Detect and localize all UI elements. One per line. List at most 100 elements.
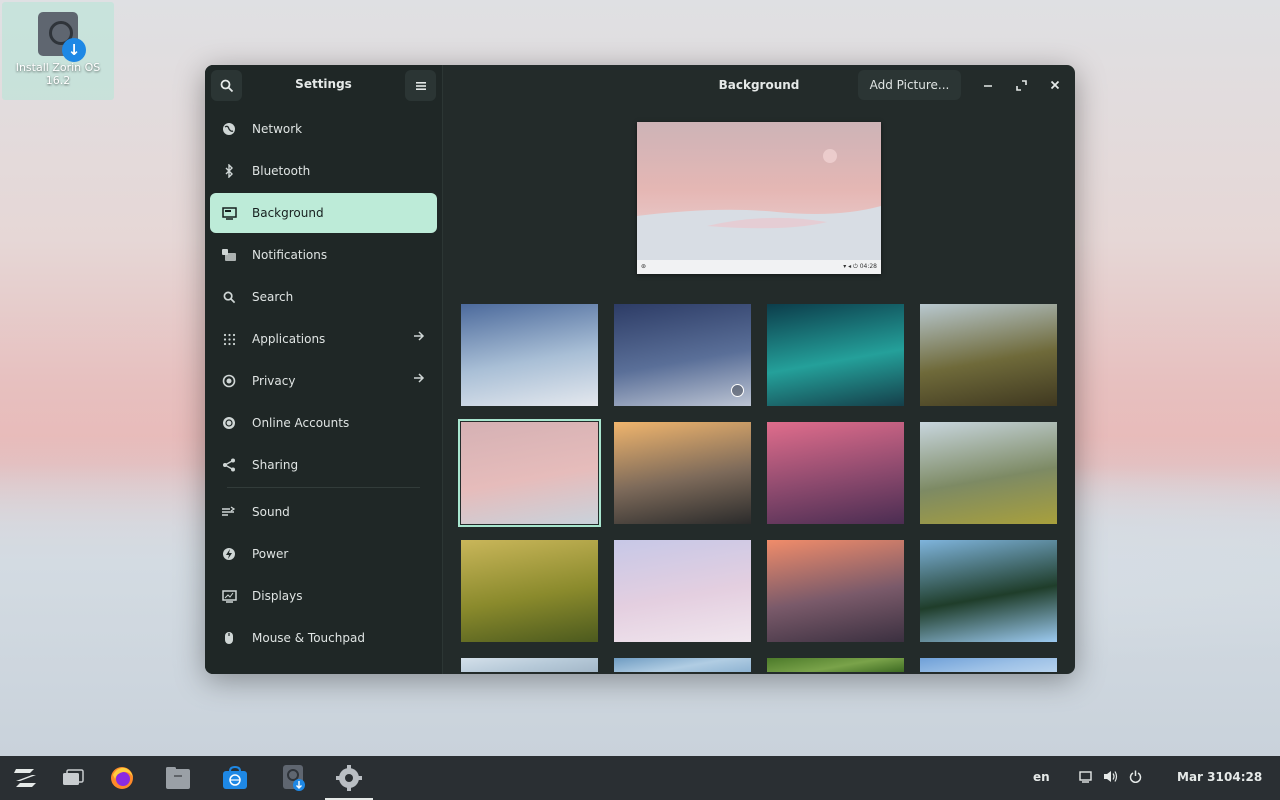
add-picture-button[interactable]: Add Picture... xyxy=(858,70,961,100)
minimize-button[interactable] xyxy=(977,74,999,96)
wallpaper-thumb-partial-4[interactable] xyxy=(920,658,1057,672)
wallpaper-thumb-pastel-clouds[interactable] xyxy=(614,540,751,642)
software-store-icon xyxy=(223,766,247,789)
preview-taskbar: ⊛ ▾ ◂ ⏻ 04:28 xyxy=(637,260,881,274)
bluetooth-icon xyxy=(220,162,238,180)
firefox-button[interactable] xyxy=(107,763,137,793)
wallpaper-thumb-green-field[interactable] xyxy=(461,540,598,642)
mouse-icon xyxy=(220,629,238,647)
sidebar-item-label: Network xyxy=(252,122,303,136)
background-panel: Background Add Picture... ⊛ ▾ ◂ ⏻ 04:28 xyxy=(443,65,1075,674)
wallpaper-thumb-aurora[interactable] xyxy=(767,304,904,406)
clock-time[interactable]: 04:28 xyxy=(1224,770,1262,784)
wallpaper-thumb-partial-3[interactable] xyxy=(767,658,904,672)
workspaces-button[interactable] xyxy=(58,763,88,793)
sound-icon xyxy=(220,503,238,521)
globe-icon xyxy=(220,120,238,138)
sidebar-item-label: Sharing xyxy=(252,458,299,472)
sidebar-item-label: Notifications xyxy=(252,248,328,262)
sidebar-list: Network Bluetooth Background Notificatio… xyxy=(205,109,442,660)
preview-menu-icon: ⊛ xyxy=(641,263,647,270)
settings-window: Settings Network Bluetooth Background No… xyxy=(205,65,1075,674)
desktop-icon-label: Install Zorin OS 16.2 xyxy=(15,61,101,87)
sidebar-header: Settings xyxy=(205,65,442,105)
sidebar-item-label: Applications xyxy=(252,332,326,346)
preview-dunes xyxy=(637,206,881,262)
sidebar-item-network[interactable]: Network xyxy=(210,109,437,149)
preview-clock: ▾ ◂ ⏻ 04:28 xyxy=(843,263,877,270)
wallpaper-thumb-sunset-mountains[interactable] xyxy=(614,422,751,524)
zorin-menu-icon xyxy=(14,769,36,787)
maximize-button[interactable] xyxy=(1010,74,1032,96)
sidebar-item-search[interactable]: Search xyxy=(210,277,437,317)
monitor-icon xyxy=(220,204,238,222)
preview-moon xyxy=(823,149,837,163)
wallpaper-thumb-partial-2[interactable] xyxy=(614,658,751,672)
wallpaper-thumb-pink-dunes[interactable] xyxy=(458,419,601,527)
sidebar-item-bluetooth[interactable]: Bluetooth xyxy=(210,151,437,191)
sidebar-separator xyxy=(227,487,420,488)
sidebar-item-power[interactable]: Power xyxy=(210,534,437,574)
menu-button[interactable] xyxy=(405,70,436,101)
display-icon xyxy=(220,587,238,605)
screen-icon[interactable] xyxy=(1079,768,1092,787)
clock-date[interactable]: Mar 31 xyxy=(1177,770,1224,784)
keyboard-language-indicator[interactable]: en xyxy=(1033,770,1050,784)
wallpaper-thumb-partial-1[interactable] xyxy=(461,658,598,672)
minimize-icon xyxy=(984,85,992,87)
arrow-right-icon xyxy=(413,330,425,345)
download-badge-icon: ↓ xyxy=(62,38,86,62)
sidebar-item-mouse-touchpad[interactable]: Mouse & Touchpad xyxy=(210,618,437,658)
volume-icon[interactable] xyxy=(1103,768,1118,787)
sidebar-item-label: Displays xyxy=(252,589,303,603)
header-bar: Background Add Picture... xyxy=(443,65,1075,105)
wallpaper-thumb-lighthouse[interactable] xyxy=(767,422,904,524)
sidebar-item-background[interactable]: Background xyxy=(210,193,437,233)
search-icon xyxy=(220,288,238,306)
notification-icon xyxy=(220,246,238,264)
sidebar-item-notifications[interactable]: Notifications xyxy=(210,235,437,275)
wallpaper-thumb-misty-valley[interactable] xyxy=(920,422,1057,524)
desktop-icon-install-zorin[interactable]: ↓ Install Zorin OS 16.2 xyxy=(2,2,114,100)
sidebar-item-applications[interactable]: Applications xyxy=(210,319,437,359)
sidebar-item-privacy[interactable]: Privacy xyxy=(210,361,437,401)
hamburger-menu-icon xyxy=(415,81,426,90)
privacy-icon xyxy=(220,372,238,390)
share-icon xyxy=(220,456,238,474)
software-store-button[interactable] xyxy=(220,763,250,793)
installer-disk-icon: ↓ xyxy=(38,12,86,62)
background-preview: ⊛ ▾ ◂ ⏻ 04:28 xyxy=(637,122,881,274)
sidebar-item-sound[interactable]: Sound xyxy=(210,492,437,532)
installer-button[interactable] xyxy=(278,763,308,793)
taskbar: en Mar 31 04:28 xyxy=(0,756,1280,800)
apps-grid-icon xyxy=(220,330,238,348)
settings-button[interactable] xyxy=(334,763,364,793)
close-icon xyxy=(1050,80,1060,90)
power-icon xyxy=(220,545,238,563)
sidebar-item-label: Background xyxy=(252,206,324,220)
maximize-icon xyxy=(1015,79,1027,91)
files-button[interactable] xyxy=(163,763,193,793)
wallpaper-thumb-mountain-dark[interactable] xyxy=(614,304,751,406)
sidebar-item-label: Privacy xyxy=(252,374,296,388)
sidebar-item-displays[interactable]: Displays xyxy=(210,576,437,616)
close-button[interactable] xyxy=(1044,74,1066,96)
power-menu-icon[interactable] xyxy=(1129,768,1142,787)
files-icon xyxy=(166,767,190,789)
zorin-menu-button[interactable] xyxy=(10,763,40,793)
wallpaper-thumb-palm-trees[interactable] xyxy=(920,540,1057,642)
sidebar-item-label: Power xyxy=(252,547,289,561)
wallpaper-thumb-city-sunset[interactable] xyxy=(767,540,904,642)
sidebar-item-sharing[interactable]: Sharing xyxy=(210,445,437,485)
sidebar-item-online-accounts[interactable]: Online Accounts xyxy=(210,403,437,443)
wallpaper-thumb-canyon[interactable] xyxy=(920,304,1057,406)
sidebar-item-label: Bluetooth xyxy=(252,164,311,178)
sidebar-item-label: Online Accounts xyxy=(252,416,350,430)
wallpaper-thumb-mountain-blue[interactable] xyxy=(461,304,598,406)
sidebar-item-label: Sound xyxy=(252,505,290,519)
current-wallpaper-check-icon xyxy=(731,384,744,397)
installer-icon xyxy=(283,765,305,791)
arrow-right-icon xyxy=(413,372,425,387)
firefox-icon xyxy=(111,767,133,789)
workspaces-icon xyxy=(63,769,84,785)
